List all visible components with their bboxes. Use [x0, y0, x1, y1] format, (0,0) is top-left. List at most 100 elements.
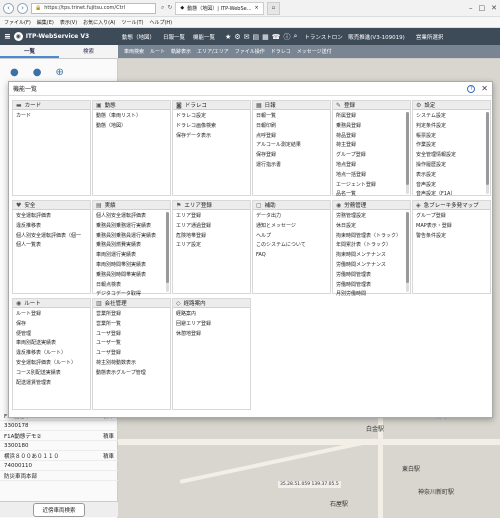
function-menu-item[interactable]: 運行指示書 — [256, 161, 327, 171]
function-menu-item[interactable]: 車両別運行実績表 — [96, 251, 167, 261]
minimize-icon[interactable]: – — [469, 4, 473, 12]
function-menu-item[interactable]: MAP表示・登録 — [416, 222, 487, 232]
function-menu-item[interactable]: 荷主別荷動数表示 — [96, 359, 167, 369]
vehicle-list-item[interactable]: 3300178 — [0, 421, 118, 431]
nav-function-list[interactable]: 機能一覧 — [189, 33, 219, 41]
tool-area[interactable]: エリア/エリア — [197, 48, 229, 55]
tool-dashcam[interactable]: ドラレコ — [271, 48, 291, 55]
vehicle-list-item[interactable]: 防災車両本部 — [0, 471, 118, 481]
function-menu-item[interactable]: 動態表示グループ管理 — [96, 369, 167, 379]
gear-icon[interactable]: ⚙ — [234, 33, 240, 41]
tool-message[interactable]: メッセージ送付 — [297, 48, 332, 55]
function-menu-item[interactable]: ルート登録 — [16, 310, 87, 320]
function-menu-item[interactable]: ドラレコ設定 — [176, 112, 247, 122]
function-menu-item[interactable]: 拘束時間管理表（トラック） — [336, 232, 407, 242]
function-menu-item[interactable]: 日報一覧 — [256, 112, 327, 122]
nav-daily-report[interactable]: 日報一覧 — [159, 33, 189, 41]
folder-icon[interactable]: ▤ — [252, 33, 259, 41]
function-menu-item[interactable]: コース別配送実績表 — [16, 369, 87, 379]
hamburger-icon[interactable]: ≡ — [4, 32, 11, 41]
function-menu-item[interactable]: 乗務員別燃費実績表 — [96, 241, 167, 251]
forward-icon[interactable]: › — [17, 2, 28, 14]
function-menu-item[interactable]: 地点一括登録 — [336, 171, 407, 181]
function-menu-item[interactable]: 休憩地登録 — [176, 330, 247, 340]
function-menu-item[interactable]: ドラレコ画像検索 — [176, 122, 247, 132]
function-menu-item[interactable]: 荷品登録 — [336, 132, 407, 142]
function-menu-item[interactable]: 営業所一覧 — [96, 320, 167, 330]
maximize-icon[interactable]: □ — [479, 4, 486, 12]
tab-search[interactable]: 検索 — [59, 45, 118, 58]
function-menu-item[interactable]: 判定条件設定 — [416, 122, 487, 132]
function-menu-item[interactable]: 音声設定 — [416, 181, 487, 191]
function-menu-item[interactable]: 乗務員別時間帯実績表 — [96, 271, 167, 281]
function-menu-item[interactable]: 年間累計表（トラック） — [336, 241, 407, 251]
target-icon[interactable]: ⊕ — [55, 67, 63, 78]
tool-route[interactable]: ルート — [150, 48, 165, 55]
close-icon[interactable]: ✕ — [481, 84, 488, 93]
function-menu-item[interactable]: ヘルプ — [256, 232, 327, 242]
menu-file[interactable]: ファイル(F) — [4, 19, 31, 26]
function-menu-item[interactable]: カード — [16, 112, 87, 122]
function-menu-item[interactable]: 個人一覧表 — [16, 241, 87, 251]
tool-file[interactable]: ファイル操作 — [235, 48, 265, 55]
branch-select[interactable]: 営業所選択 — [412, 33, 448, 41]
function-menu-item[interactable]: 表示設定 — [416, 171, 487, 181]
function-menu-item[interactable]: ユーザ登録 — [96, 349, 167, 359]
function-menu-item[interactable]: 危険地帯登録 — [176, 232, 247, 242]
function-menu-item[interactable]: 動態（地図） — [96, 122, 167, 132]
tool-vehicle-search[interactable]: 車両検索 — [124, 48, 144, 55]
function-menu-item[interactable]: 帳票設定 — [416, 132, 487, 142]
mail-icon[interactable]: ✉ — [244, 33, 250, 41]
function-menu-item[interactable]: FAQ — [256, 251, 327, 261]
close-window-icon[interactable]: ✕ — [491, 4, 497, 12]
close-tab-icon[interactable]: × — [255, 5, 259, 11]
section-scrollbar[interactable] — [406, 112, 409, 194]
function-menu-item[interactable]: 個人別安全運転評価表（個一 — [16, 232, 87, 242]
function-menu-item[interactable]: エリア通過登録 — [176, 222, 247, 232]
function-menu-item[interactable]: 労働時間管理表 — [336, 281, 407, 291]
function-menu-item[interactable]: グループ登録 — [416, 212, 487, 222]
function-menu-item[interactable]: 作業設定 — [416, 141, 487, 151]
function-menu-item[interactable]: 月別労働時間 — [336, 290, 407, 300]
function-menu-item[interactable]: 車両別時間帯別実績表 — [96, 261, 167, 271]
function-menu-item[interactable]: ユーザ登録 — [96, 330, 167, 340]
function-menu-item[interactable]: 営業所登録 — [96, 310, 167, 320]
menu-help[interactable]: ヘルプ(H) — [149, 19, 172, 26]
function-menu-item[interactable]: 操作履歴設定 — [416, 161, 487, 171]
search-icon[interactable]: ⌕ — [161, 4, 164, 12]
function-menu-item[interactable]: 警告条件設定 — [416, 232, 487, 242]
function-menu-item[interactable]: 安全運転評価表 — [16, 212, 87, 222]
function-menu-item[interactable]: 地点登録 — [336, 161, 407, 171]
info-icon[interactable]: ⓘ — [283, 32, 290, 42]
function-menu-item[interactable]: 点呼登録 — [256, 132, 327, 142]
section-scrollbar[interactable] — [406, 212, 409, 292]
function-menu-item[interactable]: 便管理 — [16, 330, 87, 340]
function-menu-item[interactable]: このシステムについて — [256, 241, 327, 251]
function-menu-item[interactable]: 動態（車両リスト） — [96, 112, 167, 122]
function-menu-item[interactable]: 労働時間メンテナンス — [336, 261, 407, 271]
function-menu-item[interactable]: 荷主登録 — [336, 141, 407, 151]
nearby-vehicle-search-button[interactable]: 近傍車両検索 — [33, 502, 85, 517]
function-menu-item[interactable]: 保存データ表示 — [176, 132, 247, 142]
back-icon[interactable]: ‹ — [3, 2, 14, 14]
search-icon[interactable]: ⌕ — [293, 32, 297, 41]
nav-dynamic-map[interactable]: 動態（地図） — [118, 33, 159, 41]
function-menu-item[interactable]: 品名一覧 — [336, 190, 407, 200]
function-menu-item[interactable]: 安全運転評価表（ルート） — [16, 359, 87, 369]
vehicle-list-item[interactable]: 3300180 — [0, 441, 118, 451]
function-menu-item[interactable]: 所属登録 — [336, 112, 407, 122]
function-menu-item[interactable]: 乗務員別乗務運行実績表 — [96, 222, 167, 232]
user-icon[interactable]: ● — [10, 67, 19, 78]
menu-view[interactable]: 表示(V) — [60, 19, 77, 26]
function-menu-item[interactable]: 労務管理設定 — [336, 212, 407, 222]
function-menu-item[interactable]: 安全管理情報設定 — [416, 151, 487, 161]
browser-tab-active[interactable]: ◆ 動態（地図）| ITP-WebSe... × — [175, 1, 264, 15]
function-menu-item[interactable]: 配送運賃管理表 — [16, 379, 87, 389]
function-menu-item[interactable]: 音声設定（F1A） — [416, 190, 487, 200]
function-menu-item[interactable]: 回避エリア登録 — [176, 320, 247, 330]
function-menu-item[interactable]: 車両別配送実績表 — [16, 339, 87, 349]
function-menu-item[interactable]: 休日設定 — [336, 222, 407, 232]
vehicle-list-item[interactable]: 74000110 — [0, 461, 118, 471]
function-menu-item[interactable]: データ出力 — [256, 212, 327, 222]
function-menu-item[interactable]: エリア設定 — [176, 241, 247, 251]
